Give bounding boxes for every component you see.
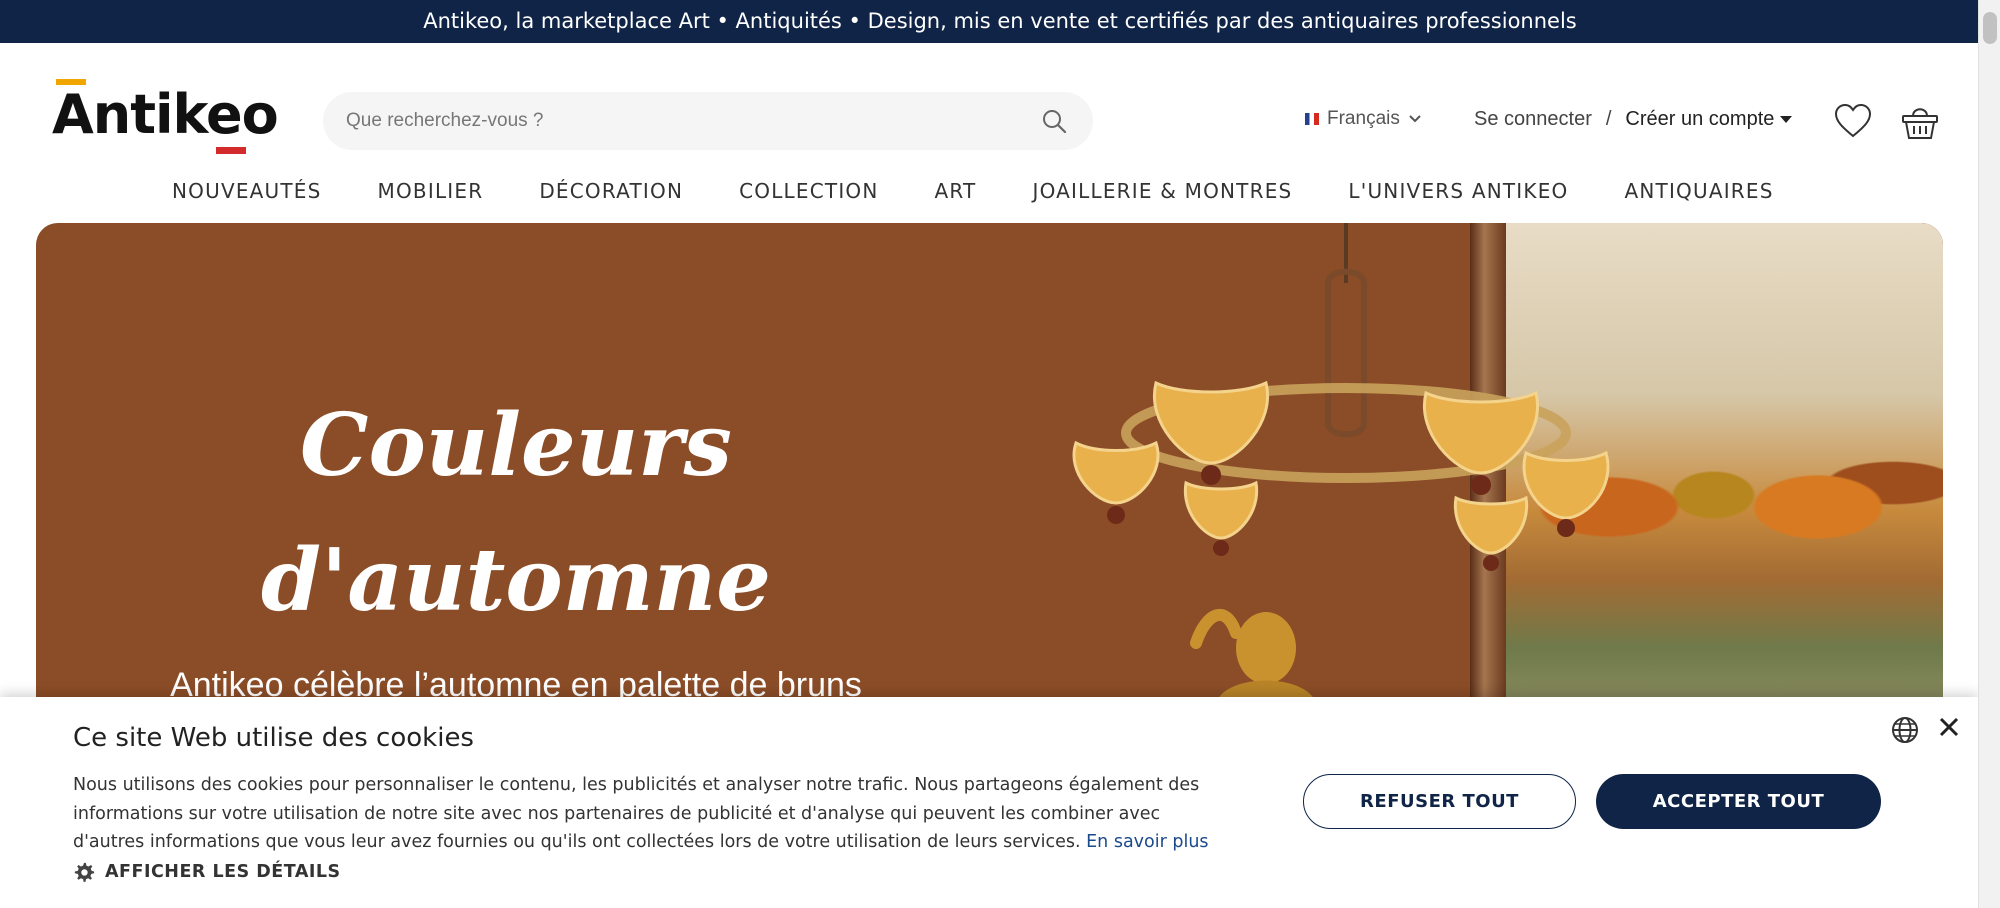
accept-all-button[interactable]: ACCEPTER TOUT xyxy=(1596,774,1881,829)
cookie-banner: Ce site Web utilise des cookies Nous uti… xyxy=(0,697,1978,908)
logo-text: Antikeo xyxy=(52,83,279,146)
nav-item-collection[interactable]: COLLECTION xyxy=(739,171,878,211)
announcement-bar: Antikeo, la marketplace Art • Antiquités… xyxy=(0,0,2000,43)
cookie-learn-more-link[interactable]: En savoir plus xyxy=(1086,832,1208,852)
cookie-description: Nous utilisons des cookies pour personna… xyxy=(73,771,1233,857)
create-account-link[interactable]: Créer un compte xyxy=(1625,99,1793,139)
search-bar[interactable]: Que recherchez-vous ? xyxy=(323,92,1093,150)
language-label: Français xyxy=(1327,108,1400,129)
basket-icon[interactable] xyxy=(1901,101,1939,141)
cookie-description-text: Nous utilisons des cookies pour personna… xyxy=(73,775,1200,852)
close-icon[interactable] xyxy=(1935,713,1963,741)
announcement-text: Antikeo, la marketplace Art • Antiquités… xyxy=(423,9,1577,33)
globe-icon[interactable] xyxy=(1890,715,1920,745)
chevron-down-icon xyxy=(1409,115,1421,123)
main-nav: NOUVEAUTÉS MOBILIER DÉCORATION COLLECTIO… xyxy=(172,171,1774,211)
site-logo[interactable]: Antikeo xyxy=(52,79,279,159)
flag-icon xyxy=(1305,113,1319,125)
login-link[interactable]: Se connecter xyxy=(1474,99,1592,139)
nav-item-antiquaires[interactable]: ANTIQUAIRES xyxy=(1624,171,1773,211)
refuse-all-button[interactable]: REFUSER TOUT xyxy=(1303,774,1576,829)
hero-title: Couleurs d'automne xyxy=(36,378,996,648)
nav-item-univers-antikeo[interactable]: L'UNIVERS ANTIKEO xyxy=(1348,171,1568,211)
account-links: Se connecter / Créer un compte xyxy=(1474,99,1793,139)
nav-item-decoration[interactable]: DÉCORATION xyxy=(539,171,683,211)
page-scrollbar[interactable] xyxy=(1978,0,2000,908)
site-header: Antikeo Que recherchez-vous ? Français S… xyxy=(0,43,1978,221)
nav-item-joaillerie-montres[interactable]: JOAILLERIE & MONTRES xyxy=(1032,171,1292,211)
search-icon[interactable] xyxy=(1041,108,1067,134)
hero-title-line-1: Couleurs xyxy=(300,395,732,496)
search-input[interactable]: Que recherchez-vous ? xyxy=(346,92,544,150)
hero-title-line-2: d'automne xyxy=(260,530,772,631)
cookie-show-details[interactable]: AFFICHER LES DÉTAILS xyxy=(73,861,341,883)
nav-item-nouveautes[interactable]: NOUVEAUTÉS xyxy=(172,171,322,211)
language-selector[interactable]: Français xyxy=(1305,99,1422,139)
account-separator: / xyxy=(1605,108,1612,130)
cookie-details-label: AFFICHER LES DÉTAILS xyxy=(105,862,341,882)
nav-item-art[interactable]: ART xyxy=(935,171,977,211)
scrollbar-thumb[interactable] xyxy=(1983,12,1997,44)
create-account-label: Créer un compte xyxy=(1625,108,1775,130)
cookie-title: Ce site Web utilise des cookies xyxy=(73,723,474,753)
chandelier-illustration xyxy=(1072,223,1610,571)
heart-icon[interactable] xyxy=(1834,103,1872,139)
logo-accent-underline xyxy=(216,147,246,154)
nav-item-mobilier[interactable]: MOBILIER xyxy=(378,171,484,211)
gear-icon xyxy=(74,862,95,882)
caret-down-icon xyxy=(1780,115,1793,123)
